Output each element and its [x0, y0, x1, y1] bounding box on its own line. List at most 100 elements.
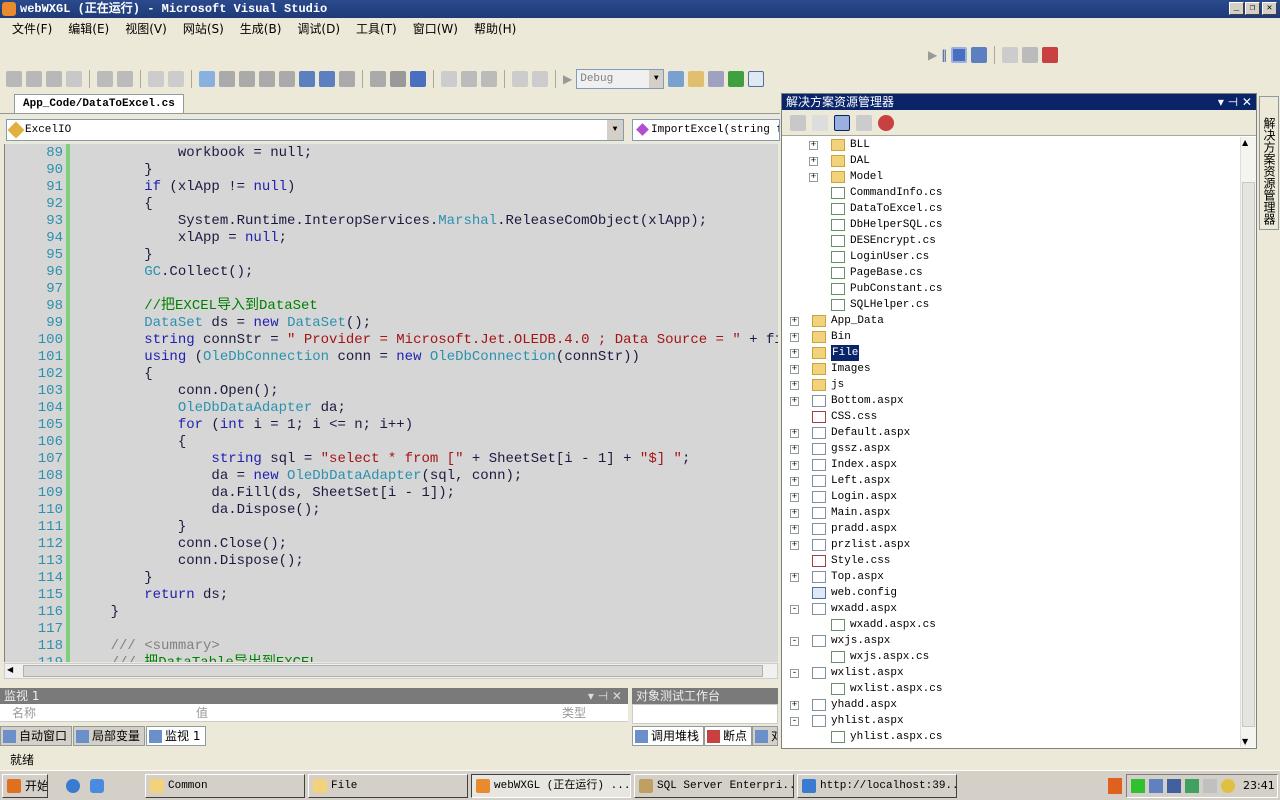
close-icon[interactable]: ▾ ⊣ ✕	[588, 688, 622, 704]
menu-window[interactable]: 窗口(W)	[413, 18, 466, 40]
menu-help[interactable]: 帮助(H)	[474, 18, 524, 40]
start-page-icon[interactable]	[728, 71, 745, 87]
expand-icon[interactable]: +	[790, 493, 799, 502]
solution-explorer-side-tab[interactable]: 解决方案资源管理器	[1259, 96, 1279, 230]
task-browser[interactable]: http://localhost:39...	[797, 774, 957, 798]
code-line[interactable]: 107 string sql = "select * from [" + She…	[5, 451, 778, 468]
indent-icon[interactable]	[117, 71, 133, 87]
prev-bookmark-icon[interactable]	[219, 71, 235, 87]
tree-item[interactable]: + File	[782, 345, 1240, 361]
tree-item[interactable]: DataToExcel.cs	[782, 201, 1240, 217]
tree-item[interactable]: SQLHelper.cs	[782, 297, 1240, 313]
tree-item[interactable]: wxjs.aspx.cs	[782, 649, 1240, 665]
tab-call-stack[interactable]: 调用堆栈	[632, 726, 704, 746]
tree-item[interactable]: + BLL	[782, 137, 1240, 153]
param-info-icon[interactable]	[46, 71, 62, 87]
code-line[interactable]: 90 }	[5, 162, 778, 179]
code-line[interactable]: 109 da.Fill(ds, SheetSet[i - 1]);	[5, 485, 778, 502]
code-line[interactable]: 117	[5, 621, 778, 638]
properties-icon[interactable]	[688, 71, 705, 87]
tab-breakpoints[interactable]: 断点	[704, 726, 752, 746]
tree-item[interactable]: + Index.aspx	[782, 457, 1240, 473]
tree-item[interactable]: + Images	[782, 361, 1240, 377]
menu-debug[interactable]: 调试(D)	[297, 18, 348, 40]
save-all-icon[interactable]	[410, 71, 426, 87]
tree-item[interactable]: DbHelperSQL.cs	[782, 217, 1240, 233]
code-line[interactable]: 95 }	[5, 247, 778, 264]
tree-item[interactable]: Style.css	[782, 553, 1240, 569]
tree-item[interactable]: wxlist.aspx.cs	[782, 681, 1240, 697]
restart-icon[interactable]	[971, 47, 988, 63]
breakpoints-icon[interactable]	[1042, 47, 1059, 63]
tree-item[interactable]: wxadd.aspx.cs	[782, 617, 1240, 633]
restore-button[interactable]: ❐	[1245, 2, 1260, 15]
tree-item[interactable]: + Bottom.aspx	[782, 393, 1240, 409]
code-line[interactable]: 118 /// <summary>	[5, 638, 778, 655]
start-icon[interactable]: ▶	[563, 72, 572, 86]
expand-icon[interactable]: +	[790, 461, 799, 470]
prev-doc-bookmark-icon[interactable]	[299, 71, 315, 87]
menu-view[interactable]: 视图(V)	[125, 18, 175, 40]
tree-item[interactable]: PageBase.cs	[782, 265, 1240, 281]
code-line[interactable]: 94 xlApp = null;	[5, 230, 778, 247]
uncomment-icon[interactable]	[168, 71, 184, 87]
toolbox-icon[interactable]	[708, 71, 725, 87]
pause-icon[interactable]: ‖	[941, 48, 947, 62]
cut-icon[interactable]	[441, 71, 457, 87]
menu-tools[interactable]: 工具(T)	[356, 18, 405, 40]
copy-website-icon[interactable]	[856, 114, 872, 131]
next-doc-bookmark-icon[interactable]	[319, 71, 335, 87]
continue-icon[interactable]: ▶	[928, 48, 937, 62]
next-bookmark-icon[interactable]	[239, 71, 255, 87]
code-editor[interactable]: 89 workbook = null; 90 } 91 if (xlApp != n…	[4, 144, 778, 662]
code-line[interactable]: 102 {	[5, 366, 778, 383]
word-complete-icon[interactable]	[66, 71, 82, 87]
expand-icon[interactable]: +	[790, 525, 799, 534]
tree-item[interactable]: DESEncrypt.cs	[782, 233, 1240, 249]
code-line[interactable]: 111 }	[5, 519, 778, 536]
close-icon[interactable]: ▾ ⊣ ✕	[1218, 94, 1252, 110]
code-line[interactable]: 112 conn.Close();	[5, 536, 778, 553]
close-button[interactable]: ✕	[1262, 2, 1277, 15]
menu-website[interactable]: 网站(S)	[183, 18, 232, 40]
update-icon[interactable]	[1221, 779, 1235, 793]
tree-item[interactable]: CommandInfo.cs	[782, 185, 1240, 201]
command-window-icon[interactable]	[748, 71, 765, 87]
show-all-files-icon[interactable]	[834, 114, 850, 131]
tree-item[interactable]: + js	[782, 377, 1240, 393]
tree-item[interactable]: - wxadd.aspx	[782, 601, 1240, 617]
expand-icon[interactable]: +	[790, 317, 799, 326]
tree-item[interactable]: + Top.aspx	[782, 569, 1240, 585]
code-line[interactable]: 89 workbook = null;	[5, 145, 778, 162]
expand-icon[interactable]: +	[809, 141, 818, 150]
expand-icon[interactable]: +	[790, 397, 799, 406]
expand-icon[interactable]: +	[790, 333, 799, 342]
next-bookmark-folder-icon[interactable]	[279, 71, 295, 87]
ie-icon[interactable]	[66, 779, 80, 793]
scroll-left-icon[interactable]: ◀	[7, 665, 13, 674]
network-icon-2[interactable]	[1167, 779, 1181, 793]
code-line[interactable]: 106 {	[5, 434, 778, 451]
code-line[interactable]: 93 System.Runtime.InteropServices.Marsha…	[5, 213, 778, 230]
sogou-ime-icon[interactable]	[1108, 778, 1122, 794]
code-line[interactable]: 97	[5, 281, 778, 298]
collapse-icon[interactable]: -	[790, 717, 799, 726]
tree-item[interactable]: + Login.aspx	[782, 489, 1240, 505]
tree-item[interactable]: + Model	[782, 169, 1240, 185]
minimize-button[interactable]: _	[1229, 2, 1244, 15]
task-visual-studio[interactable]: webWXGL (正在运行) ...	[471, 774, 631, 798]
menu-build[interactable]: 生成(B)	[240, 18, 290, 40]
properties-icon[interactable]	[790, 114, 806, 131]
col-type[interactable]: 类型	[562, 704, 586, 722]
vertical-scrollbar[interactable]: ▲ ▼	[1240, 137, 1256, 747]
menu-file[interactable]: 文件(F)	[12, 18, 60, 40]
tab-datatoexcel[interactable]: App_Code/DataToExcel.cs	[14, 94, 184, 114]
code-line[interactable]: 114 }	[5, 570, 778, 587]
expand-icon[interactable]: +	[790, 349, 799, 358]
col-value[interactable]: 值	[196, 704, 208, 722]
collapse-icon[interactable]: -	[790, 637, 799, 646]
code-line[interactable]: 116 }	[5, 604, 778, 621]
solution-config-select[interactable]: Debug ▼	[576, 69, 665, 89]
text-editor-icon[interactable]	[6, 71, 22, 87]
bookmark-icon[interactable]	[199, 71, 215, 87]
